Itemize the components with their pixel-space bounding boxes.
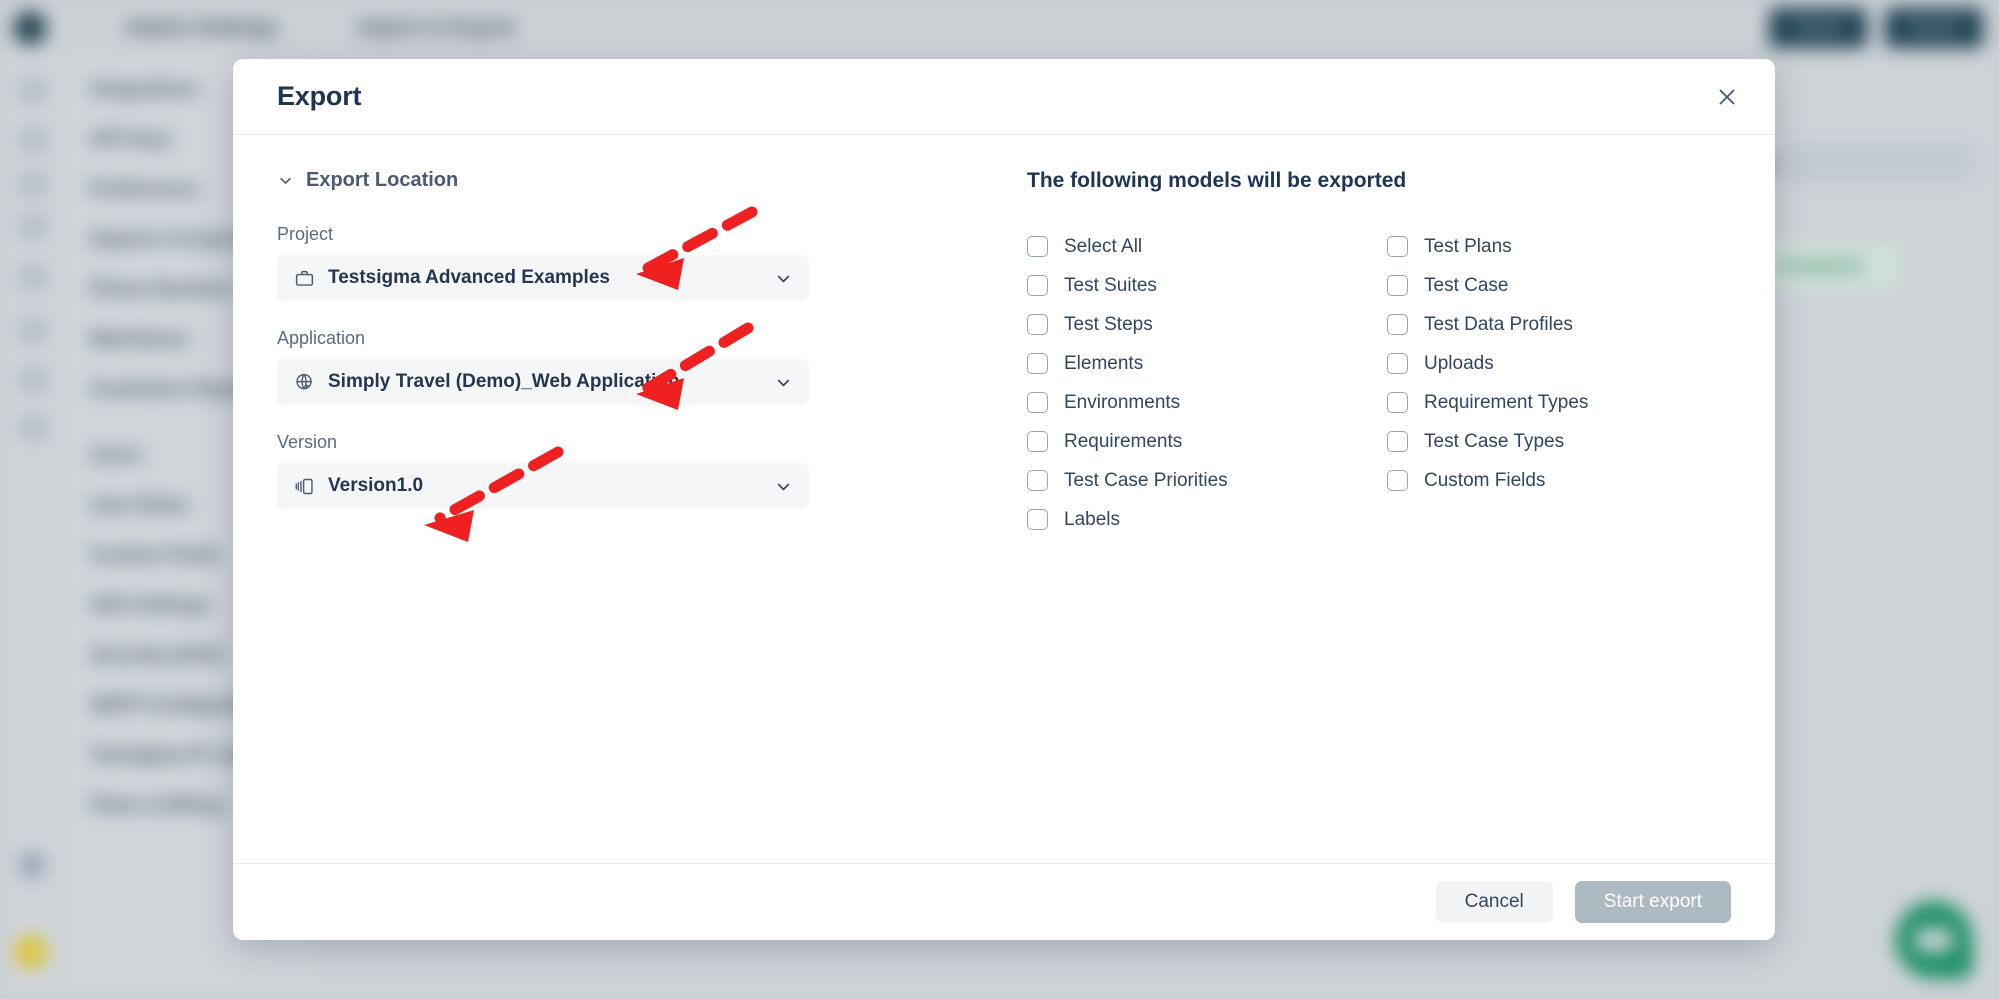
models-checkbox-grid: Select All Test Plans Test Suites Test C… [1027,227,1747,539]
checkbox-icon[interactable] [1027,353,1048,374]
modal-footer: Cancel Start export [233,863,1775,940]
project-dropdown[interactable]: Testsigma Advanced Examples [277,255,809,301]
model-checkbox-select-all[interactable]: Select All [1027,227,1387,266]
models-section: The following models will be exported Se… [897,169,1747,863]
chevron-down-icon [774,477,793,496]
model-label: Test Case Types [1424,430,1565,452]
application-field-value: Simply Travel (Demo)_Web Application [328,371,680,392]
model-label: Test Case [1424,274,1509,296]
checkbox-icon[interactable] [1387,392,1408,413]
export-location-toggle[interactable]: Export Location [277,169,897,192]
model-checkbox-test-plans[interactable]: Test Plans [1387,227,1747,266]
versions-icon [294,476,315,497]
checkbox-icon[interactable] [1027,509,1048,530]
model-label: Environments [1064,391,1181,413]
project-field-group: Project Testsigma Advanced Examples [277,224,897,301]
version-field-group: Version Version1.0 [277,432,897,509]
model-label: Uploads [1424,352,1494,374]
checkbox-icon[interactable] [1387,470,1408,491]
model-checkbox-test-case[interactable]: Test Case [1387,266,1747,305]
model-checkbox-environments[interactable]: Environments [1027,383,1387,422]
start-export-button[interactable]: Start export [1574,881,1731,923]
chevron-down-icon [774,373,793,392]
application-field-group: Application Simply Travel (Demo)_Web App… [277,328,897,405]
checkbox-icon[interactable] [1387,431,1408,452]
cancel-button[interactable]: Cancel [1435,881,1553,923]
export-location-label: Export Location [306,169,459,191]
checkbox-icon[interactable] [1387,236,1408,257]
model-label: Labels [1064,508,1120,530]
checkbox-icon[interactable] [1027,275,1048,296]
checkbox-icon[interactable] [1027,431,1048,452]
model-label: Elements [1064,352,1144,374]
modal-body: Export Location Project Testsigma Advanc… [233,135,1775,863]
model-checkbox-elements[interactable]: Elements [1027,344,1387,383]
model-label: Select All [1064,235,1143,257]
model-checkbox-requirement-types[interactable]: Requirement Types [1387,383,1747,422]
model-label: Custom Fields [1424,469,1546,491]
version-dropdown[interactable]: Version1.0 [277,463,809,509]
checkbox-icon[interactable] [1027,236,1048,257]
model-checkbox-test-suites[interactable]: Test Suites [1027,266,1387,305]
checkbox-icon[interactable] [1387,275,1408,296]
application-field-label: Application [277,328,366,348]
project-field-label: Project [277,224,334,244]
model-checkbox-test-case-types[interactable]: Test Case Types [1387,422,1747,461]
model-checkbox-labels[interactable]: Labels [1027,500,1387,539]
checkbox-icon[interactable] [1027,392,1048,413]
model-label: Test Suites [1064,274,1157,296]
version-field-value: Version1.0 [328,475,424,496]
version-field-label: Version [277,432,338,452]
model-checkbox-test-steps[interactable]: Test Steps [1027,305,1387,344]
project-field-value: Testsigma Advanced Examples [328,267,610,288]
models-section-title: The following models will be exported [1027,169,1407,192]
export-location-section: Export Location Project Testsigma Advanc… [277,169,897,863]
model-label: Requirement Types [1424,391,1589,413]
model-checkbox-custom-fields[interactable]: Custom Fields [1387,461,1747,500]
checkbox-icon[interactable] [1387,353,1408,374]
globe-pointer-icon [294,372,315,393]
modal-overlay: Export Export Location Project Testsigma… [0,0,1999,999]
briefcase-icon [294,268,315,289]
model-checkbox-test-data-profiles[interactable]: Test Data Profiles [1387,305,1747,344]
model-checkbox-uploads[interactable]: Uploads [1387,344,1747,383]
modal-header: Export [233,59,1775,135]
application-dropdown[interactable]: Simply Travel (Demo)_Web Application [277,359,809,405]
chevron-down-icon [774,269,793,288]
model-label: Test Case Priorities [1064,469,1228,491]
export-modal: Export Export Location Project Testsigma… [233,59,1775,940]
model-checkbox-test-case-priorities[interactable]: Test Case Priorities [1027,461,1387,500]
model-label: Test Data Profiles [1424,313,1573,335]
model-label: Requirements [1064,430,1183,452]
close-icon[interactable] [1706,76,1748,118]
model-label: Test Steps [1064,313,1153,335]
chevron-down-icon [277,172,294,189]
checkbox-icon[interactable] [1027,470,1048,491]
checkbox-icon[interactable] [1027,314,1048,335]
model-checkbox-requirements[interactable]: Requirements [1027,422,1387,461]
model-label: Test Plans [1424,235,1512,257]
page-title: Export [277,81,362,111]
checkbox-icon[interactable] [1387,314,1408,335]
